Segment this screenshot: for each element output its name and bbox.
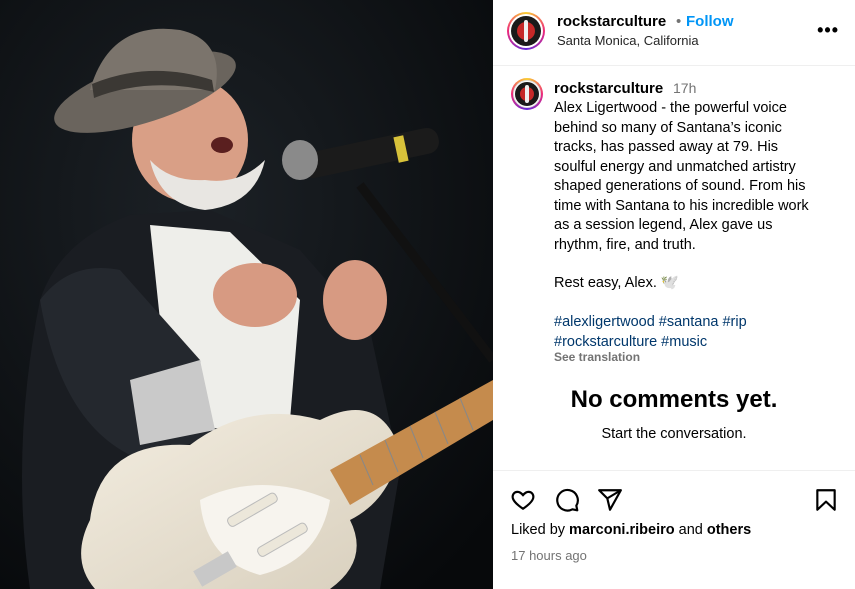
share-icon[interactable]: [597, 487, 623, 513]
bookmark-icon[interactable]: [813, 487, 839, 513]
separator-dot: •: [676, 13, 682, 30]
caption-line: behind so many of Santana’s iconic: [554, 119, 782, 136]
liked-user-link[interactable]: marconi.ribeiro: [569, 522, 675, 538]
liked-by-text: Liked by marconi.ribeiro and others: [511, 522, 751, 538]
caption-line: soulful energy and unmatched artistry: [554, 158, 796, 175]
heart-icon[interactable]: [510, 487, 536, 513]
author-avatar[interactable]: [507, 12, 545, 50]
caption-line: as a session legend, Alex gave us: [554, 217, 773, 233]
caption-line: rhythm, fire, and truth.: [554, 236, 696, 253]
post-header: rockstarculture • Follow Santa Monica, C…: [493, 0, 855, 66]
hashtag-line[interactable]: #alexligertwood #santana #rip: [554, 313, 747, 333]
comment-icon[interactable]: [554, 487, 580, 513]
singer-guitar-photo: [0, 0, 493, 589]
follow-button[interactable]: Follow: [686, 13, 734, 30]
no-comments-title: No comments yet.: [570, 386, 778, 413]
liked-prefix: Liked by: [511, 522, 570, 538]
liked-mid: and: [674, 522, 707, 538]
caption-line: Alex Ligertwood - the powerful voice: [554, 100, 787, 116]
post-detail-panel: rockstarculture • Follow Santa Monica, C…: [493, 0, 855, 589]
caption-username[interactable]: rockstarculture: [554, 80, 663, 97]
caption-line: tracks, has passed away at 79. His: [554, 139, 779, 155]
liked-others-link[interactable]: others: [707, 522, 751, 538]
divider: [493, 470, 855, 471]
caption-time[interactable]: 17h: [673, 80, 696, 96]
hashtags: #alexligertwood #santana #rip #rockstarc…: [554, 313, 747, 352]
see-translation-link[interactable]: See translation: [554, 350, 640, 364]
author-username[interactable]: rockstarculture: [557, 13, 666, 30]
post-photo[interactable]: [0, 0, 493, 589]
post-timestamp[interactable]: 17 hours ago: [511, 548, 587, 563]
caption-closing: Rest easy, Alex. 🕊️: [554, 275, 679, 291]
caption-text: Alex Ligertwood - the powerful voice beh…: [554, 99, 844, 255]
caption-line: time with Santana to his incredible work: [554, 197, 809, 214]
caption-line: shaped generations of sound. From his: [554, 178, 806, 194]
start-conversation-text: Start the conversation.: [601, 426, 747, 442]
location-link[interactable]: Santa Monica, California: [557, 33, 699, 48]
caption-avatar[interactable]: [511, 78, 543, 110]
more-options-icon[interactable]: •••: [817, 20, 839, 41]
